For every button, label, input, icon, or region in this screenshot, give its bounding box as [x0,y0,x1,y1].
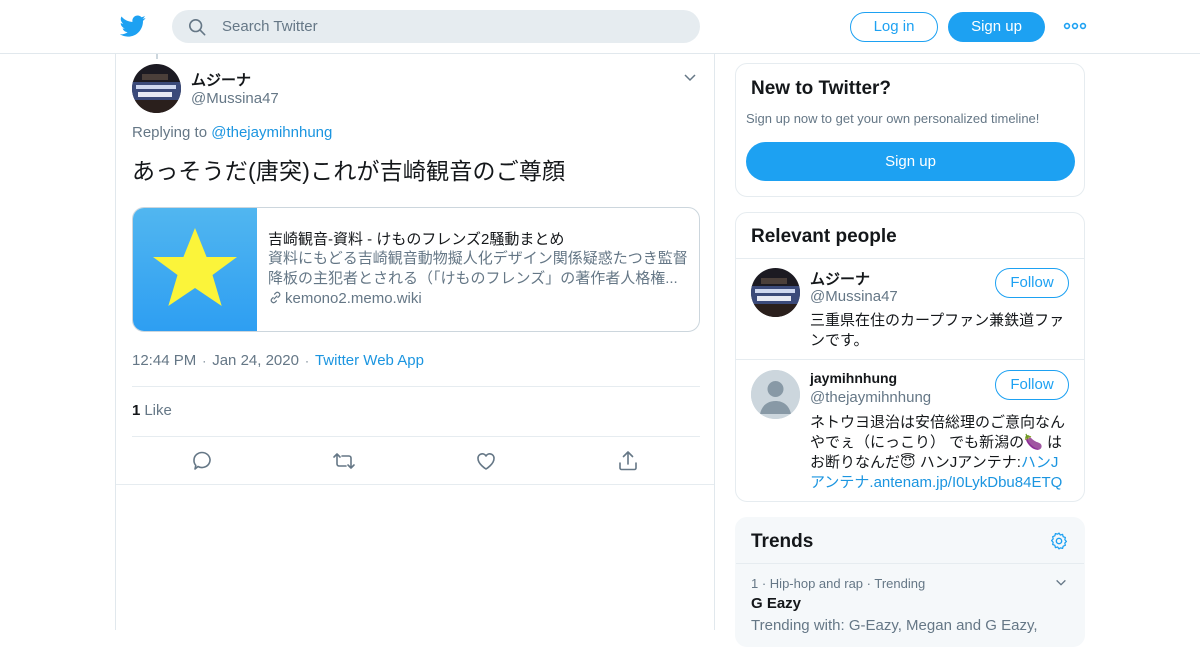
search-input[interactable] [222,10,682,43]
separator-dot: · [304,354,309,368]
likes-count[interactable]: 1 Like [132,402,172,419]
person-item[interactable]: ムジーナ @Mussina47 Follow 三重県在住のカープファン兼鉄道ファ… [736,258,1084,359]
likes-number: 1 [132,402,141,419]
new-to-twitter-panel: New to Twitter? Sign up now to get your … [735,63,1085,197]
tweet-action-bar [116,437,714,485]
card-domain-text: kemono2.memo.wiki [285,290,422,307]
more-options-icon[interactable] [1063,16,1087,36]
follow-button[interactable]: Follow [995,268,1069,298]
trend-name[interactable]: G Eazy [751,595,801,612]
login-button[interactable]: Log in [850,12,938,42]
avatar[interactable] [751,370,800,419]
card-description: 資料にもどる吉崎観音動物擬人化デザイン関係疑惑たつき監督降板の主犯者とされる（「… [268,250,688,287]
person-bio: ネトウヨ退治は安倍総理のご意向なんやでぇ（にっこり） でも新潟の🍆 はお断りなん… [810,413,1072,493]
replying-to-handle-link[interactable]: @thejaymihnhung [211,124,332,141]
default-profile-icon [751,370,800,419]
star-icon [153,228,237,306]
separator-dot: · [202,354,207,368]
relevant-people-panel: Relevant people ムジーナ @Mussina47 Follow 三… [735,212,1085,502]
search-bar[interactable] [172,10,700,43]
retweet-icon[interactable] [332,449,356,473]
trends-title: Trends [751,531,814,552]
person-handle[interactable]: @Mussina47 [810,288,898,305]
relevant-people-title: Relevant people [751,226,897,247]
tweet-time[interactable]: 12:44 PM [132,352,196,369]
trend-rank: 1 [751,576,759,591]
person-handle[interactable]: @thejaymihnhung [810,389,931,406]
gear-icon[interactable] [1049,531,1069,551]
card-domain: kemono2.memo.wiki [268,290,422,307]
signup-button-sidebar[interactable]: Sign up [746,142,1075,181]
author-handle[interactable]: @Mussina47 [191,90,279,107]
card-thumbnail [133,208,257,331]
tweet-source-link[interactable]: Twitter Web App [315,352,424,369]
thread-connector-line [156,54,158,59]
avatar[interactable] [751,268,800,317]
top-navigation-bar: Log in Sign up [0,0,1200,54]
card-title: 吉崎観音-資料 - けものフレンズ2騒動まとめ [268,231,565,248]
train-photo-icon [132,64,181,113]
signup-button[interactable]: Sign up [948,12,1045,42]
trend-related: Trending with: G-Eazy, Megan and G Eazy, [751,617,1038,634]
twitter-logo-icon[interactable] [120,13,146,39]
divider [132,386,700,387]
follow-button[interactable]: Follow [995,370,1069,400]
tweet-detail-column: ムジーナ @Mussina47 Replying to @thejaymihnh… [115,54,715,630]
trend-meta: 1 · Hip-hop and rap · Trending [751,576,926,591]
tweet-date[interactable]: Jan 24, 2020 [212,352,299,369]
person-name[interactable]: ムジーナ [810,268,870,289]
link-icon [270,291,281,304]
tweet-text: あっそうだ(唐突)これが吉崎観音のご尊顔 [132,158,566,184]
share-icon[interactable] [616,449,640,473]
link-preview-card[interactable]: 吉崎観音-資料 - けものフレンズ2騒動まとめ 資料にもどる吉崎観音動物擬人化デ… [132,207,700,332]
likes-label: Like [144,402,172,419]
tweet-metadata: 12:44 PM · Jan 24, 2020 · Twitter Web App [132,352,424,369]
replying-to-label: Replying to [132,124,212,141]
replying-to-line: Replying to @thejaymihnhung [132,124,332,141]
author-avatar[interactable] [132,64,181,113]
person-bio: 三重県在住のカープファン兼鉄道ファンです。 [810,312,1065,349]
new-to-twitter-text: Sign up now to get your own personalized… [746,111,1040,126]
person-name[interactable]: jaymihnhung [810,370,897,386]
search-icon [188,18,206,36]
divider [736,563,1084,564]
trends-panel: Trends 1 · Hip-hop and rap · Trending G … [735,517,1085,647]
trend-status: Trending [874,576,926,591]
chevron-down-icon[interactable] [1054,576,1068,590]
train-photo-icon [751,268,800,317]
reply-icon[interactable] [190,449,214,473]
chevron-down-icon[interactable] [682,70,698,86]
new-to-twitter-title: New to Twitter? [751,78,892,99]
heart-icon[interactable] [474,449,498,473]
author-name[interactable]: ムジーナ [191,69,251,90]
person-item[interactable]: jaymihnhung @thejaymihnhung Follow ネトウヨ退… [736,359,1084,501]
trend-category: Hip-hop and rap [769,576,864,591]
